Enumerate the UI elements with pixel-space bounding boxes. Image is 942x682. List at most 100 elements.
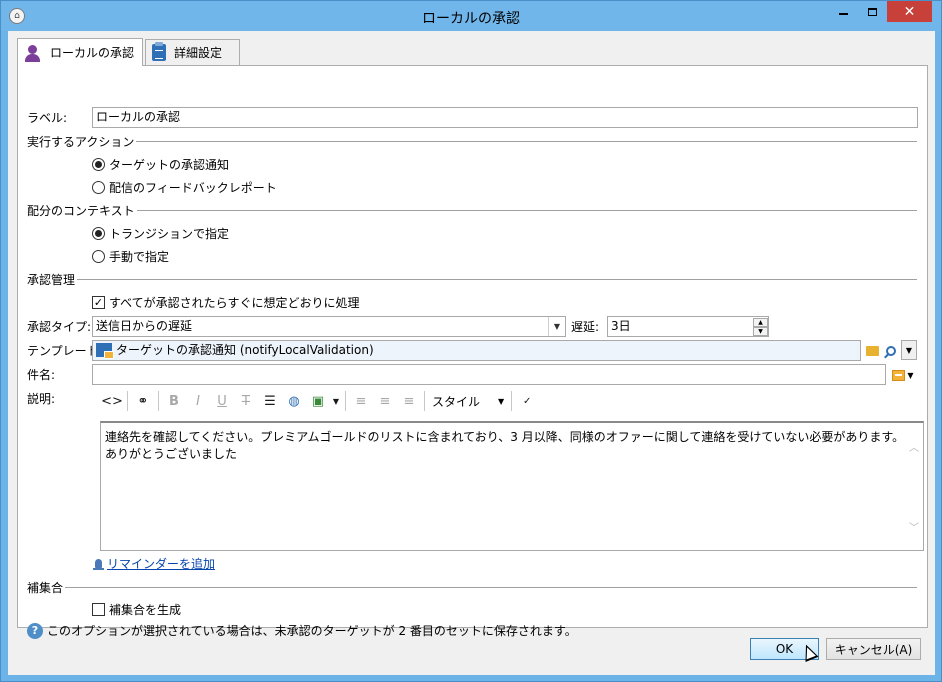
close-icon: ✕ [903,3,916,20]
editor-toolbar: <> ⚭ B I U T̶ ☰ ◍ ▣ ▼ ≡ ≡ ≡ スタイル ▼ ✓ [100,386,925,416]
radio-feedback-report[interactable]: 配信のフィードバックレポート [92,179,277,196]
radio-by-transition[interactable]: トランジションで指定 [92,225,229,242]
checkbox-label: 補集合を生成 [109,603,182,617]
scroll-up-icon[interactable]: ︿ [909,439,919,454]
maximize-button[interactable] [859,1,886,22]
underline-button[interactable]: U [210,390,234,412]
add-reminder-link[interactable]: リマインダーを追加 [92,555,215,572]
align-left-button[interactable]: ≡ [349,390,373,412]
personalization-icon [892,369,906,381]
insert-image-button[interactable]: ▣ [306,390,330,412]
bold-button[interactable]: B [162,390,186,412]
help-note: ? このオプションが選択されている場合は、未承認のターゲットが 2 番目のセット… [27,622,577,639]
template-field[interactable]: ターゲットの承認通知 (notifyLocalValidation) [92,340,861,361]
tab-advanced-settings[interactable]: 詳細設定 [145,39,240,65]
clipboard-icon [152,42,166,61]
align-center-button[interactable]: ≡ [373,390,397,412]
image-icon: ▣ [311,393,325,409]
approval-type-value: 送信日からの遅延 [96,319,193,333]
section-title: 配分のコンテキスト [27,203,135,218]
checkbox[interactable] [92,603,105,616]
tab-label: ローカルの承認 [50,46,135,60]
chevron-down-icon: ▼ [907,370,914,380]
spin-down-icon[interactable]: ▼ [753,327,768,336]
minimize-icon [839,12,848,15]
complement-section: 補集合 [27,580,917,595]
editor-scrollbar[interactable]: ︿ ﹀ [906,423,923,549]
spinner-arrows[interactable]: ▲ ▼ [753,318,768,336]
radio-label: 手動で指定 [109,250,170,264]
source-code-button[interactable]: <> [100,390,124,412]
template-menu-button[interactable]: ▼ [901,340,917,360]
folder-button[interactable] [863,342,881,360]
cancel-button[interactable]: キャンセル(A) [826,638,921,660]
radio-label: 配信のフィードバックレポート [109,181,277,195]
radio-button[interactable] [92,181,105,194]
description-line: ありがとうございました [105,447,238,461]
radio-manual[interactable]: 手動で指定 [92,248,169,265]
image-menu-button[interactable]: ▼ [330,390,342,412]
description-editor[interactable]: 連絡先を確認してください。プレミアムゴールドのリストに含まれており、3 月以降、… [100,421,924,551]
label-caption: ラベル: [27,111,68,125]
search-button[interactable] [882,342,900,360]
toolbar-separator [345,391,346,411]
align-left-icon: ≡ [355,393,367,409]
toolbar-separator [511,391,513,411]
user-approval-icon [24,44,42,62]
align-right-button[interactable]: ≡ [397,390,421,412]
maximize-icon [868,7,877,16]
description-text[interactable]: 連絡先を確認してください。プレミアムゴールドのリストに含まれており、3 月以降、… [105,429,904,463]
close-button[interactable]: ✕ [887,1,932,22]
clear-format-button[interactable]: T̶ [234,390,258,412]
reminder-link-text[interactable]: リマインダーを追加 [107,557,215,571]
toolbar-separator [158,391,159,411]
context-section: 配分のコンテキスト [27,203,917,218]
spellcheck-button[interactable]: ✓ [515,390,539,412]
window-title: ローカルの承認 [422,11,520,27]
toolbar-separator [127,391,128,411]
checkbox[interactable]: ✓ [92,296,105,309]
search-icon [886,346,896,356]
scroll-down-icon[interactable]: ﹀ [909,519,919,534]
dialog-body: ローカルの承認 詳細設定 ラベル: ローカルの承認 実行するアクション ターゲッ… [8,31,935,675]
subject-input[interactable] [92,364,886,385]
approval-type-select[interactable]: 送信日からの遅延 ▼ [92,316,566,337]
label-input[interactable]: ローカルの承認 [92,107,918,128]
align-center-icon: ≡ [379,393,391,409]
radio-button[interactable] [92,250,105,263]
chevron-down-icon: ▼ [332,396,340,406]
approval-type-caption: 承認タイプ: [27,320,92,334]
tab-local-approval[interactable]: ローカルの承認 [17,38,143,66]
minimize-button[interactable] [830,1,857,22]
source-code-icon: <> [101,393,123,409]
checkbox-proceed-when-approved[interactable]: ✓ すべてが承認されたらすぐに想定どおりに処理 [92,294,359,311]
radio-button[interactable] [92,158,105,171]
personalization-button[interactable]: ▼ [889,366,917,384]
title-bar[interactable]: ⌂ ローカルの承認 ✕ [1,1,941,31]
radio-label: ターゲットの承認通知 [109,158,230,172]
toolbar-separator [424,391,425,411]
radio-target-notification[interactable]: ターゲットの承認通知 [92,156,229,173]
checkbox-generate-complement[interactable]: 補集合を生成 [92,601,181,618]
bullet-list-button[interactable]: ☰ [258,390,282,412]
question-icon: ? [27,622,43,639]
action-section: 実行するアクション [27,134,917,149]
approval-section: 承認管理 [27,272,917,287]
radio-button[interactable] [92,227,105,240]
italic-button[interactable]: I [186,390,210,412]
find-button[interactable]: ⚭ [131,390,155,412]
style-dropdown[interactable]: スタイル ▼ [428,390,508,412]
chevron-down-icon[interactable]: ▼ [548,317,565,336]
subject-caption: 件名: [27,368,56,382]
spellcheck-icon: ✓ [522,395,532,407]
spin-up-icon[interactable]: ▲ [753,318,768,327]
bold-icon: B [169,393,179,409]
checkbox-label: すべてが承認されたらすぐに想定どおりに処理 [109,296,360,310]
delay-spinner[interactable]: 3日 ▲ ▼ [607,316,769,337]
radio-label: トランジションで指定 [109,227,230,241]
tab-panel: ラベル: ローカルの承認 実行するアクション ターゲットの承認通知 配信のフィー… [17,65,928,639]
italic-icon: I [196,393,200,409]
bell-icon [92,558,105,571]
template-icon [96,342,114,359]
insert-link-button[interactable]: ◍ [282,390,306,412]
